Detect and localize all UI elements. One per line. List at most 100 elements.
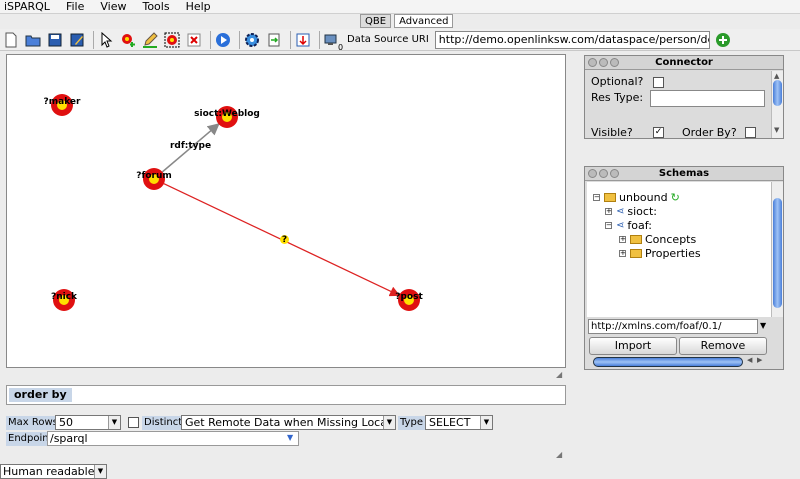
edge-label: rdf:type (169, 141, 212, 151)
delete-icon[interactable] (185, 31, 203, 49)
schemas-scrollbar[interactable] (771, 182, 783, 317)
minimize-icon[interactable] (599, 58, 608, 67)
close-icon[interactable] (588, 169, 597, 178)
menu-bar: iSPARQL File View Tools Help (0, 0, 800, 14)
scroll-left-icon[interactable]: ◀ (747, 356, 752, 364)
visible-label: Visible? (591, 126, 633, 139)
optional-label: Optional? (591, 75, 644, 88)
menu-app[interactable]: iSPARQL (4, 0, 50, 13)
folder-icon (630, 235, 642, 244)
chevron-down-icon: ▼ (108, 416, 120, 429)
window-buttons (588, 169, 621, 178)
new-doc-icon[interactable] (2, 31, 20, 49)
schemas-title: Schemas (585, 167, 783, 181)
expand-icon[interactable]: + (619, 236, 626, 243)
tree-item-foaf[interactable]: − ⋖ foaf: (605, 219, 652, 232)
expand-icon[interactable]: + (619, 250, 626, 257)
query-type-value: SELECT (429, 416, 471, 429)
maximize-icon[interactable] (610, 58, 619, 67)
graph-node-label: ?forum (136, 171, 172, 181)
tree-item-concepts[interactable]: + Concepts (619, 233, 696, 246)
datasource-icon[interactable]: 0 (323, 31, 344, 52)
endpoint-input[interactable]: /sparql (47, 431, 299, 446)
export-icon[interactable] (265, 31, 283, 49)
resize-grip-icon[interactable]: ◢ (556, 370, 562, 379)
datasource-label: Data Source URI (347, 34, 429, 45)
toolbar: 0 Data Source URI http://demo.openlinksw… (0, 29, 800, 52)
window-buttons (588, 58, 621, 67)
connector-title-text: Connector (655, 57, 713, 68)
order-by-checkbox[interactable] (745, 127, 756, 138)
query-type-select[interactable]: SELECT ▼ (425, 415, 493, 430)
close-icon[interactable] (588, 58, 597, 67)
namespace-icon: ⋖ (616, 206, 625, 217)
collapse-icon[interactable]: − (593, 194, 600, 201)
run-icon[interactable] (214, 31, 232, 49)
save-icon[interactable] (46, 31, 64, 49)
chevron-down-icon[interactable]: ▼ (287, 433, 293, 442)
connector-scrollbar[interactable]: ▲ ▼ (771, 71, 783, 138)
tree-item-label: foaf: (627, 219, 652, 232)
distinct-label: Distinct (142, 416, 185, 430)
add-node-icon[interactable] (119, 31, 137, 49)
connector-panel: Connector Optional? Res Type: Visible? ✓… (584, 55, 784, 139)
open-folder-icon[interactable] (24, 31, 42, 49)
output-format-select[interactable]: Human readable ▼ (0, 464, 107, 479)
pencil-icon[interactable] (141, 31, 159, 49)
res-type-input[interactable] (650, 90, 765, 107)
type-label: Type (398, 416, 425, 430)
schema-uri-input[interactable]: http://xmlns.com/foaf/0.1/ (588, 319, 758, 334)
datasource-count: 0 (338, 42, 344, 52)
save-as-icon[interactable] (68, 31, 86, 49)
load-icon[interactable] (294, 31, 312, 49)
scroll-right-icon[interactable]: ▶ (757, 356, 762, 364)
remote-data-value: Get Remote Data when Missing Locally (185, 416, 396, 429)
tree-item-label: Properties (645, 247, 701, 260)
edge-label: ? (281, 234, 288, 245)
res-type-label: Res Type: (591, 91, 644, 104)
mode-tabs: QBE Advanced (360, 14, 456, 28)
minimize-icon[interactable] (599, 169, 608, 178)
pointer-icon[interactable] (97, 31, 115, 49)
max-rows-select[interactable]: 50 ▼ (55, 415, 121, 430)
maximize-icon[interactable] (610, 169, 619, 178)
chevron-down-icon: ▼ (94, 465, 106, 478)
resize-grip-icon[interactable]: ◢ (556, 450, 562, 459)
order-by-label: order by (9, 388, 72, 402)
remote-data-select[interactable]: Get Remote Data when Missing Locally ▼ (181, 415, 396, 430)
menu-help[interactable]: Help (186, 0, 211, 13)
import-button[interactable]: Import (589, 337, 677, 355)
scroll-down-icon[interactable]: ▼ (774, 126, 779, 134)
horizontal-scroll-thumb[interactable] (593, 357, 743, 367)
chevron-down-icon[interactable]: ▼ (760, 321, 766, 330)
datasource-uri-input[interactable]: http://demo.openlinksw.com/dataspace/per… (434, 30, 710, 49)
max-rows-label: Max Rows (6, 416, 60, 430)
menu-tools[interactable]: Tools (142, 0, 169, 13)
collapse-icon[interactable]: − (605, 222, 612, 229)
order-by-box[interactable]: order by (6, 385, 566, 405)
scroll-thumb[interactable] (773, 198, 782, 308)
query-canvas[interactable]: rdf:type? ?maker sioct:Weblog ?forum ?nick ?p… (6, 54, 566, 368)
tree-item-sioct[interactable]: + ⋖ sioct: (605, 205, 657, 218)
remove-button[interactable]: Remove (679, 337, 767, 355)
tree-item-label: Concepts (645, 233, 697, 246)
scroll-up-icon[interactable]: ▲ (774, 72, 779, 80)
menu-view[interactable]: View (100, 0, 126, 13)
tab-advanced[interactable]: Advanced (394, 14, 454, 28)
visible-checkbox[interactable]: ✓ (653, 127, 664, 138)
scroll-thumb[interactable] (773, 80, 782, 106)
group-icon[interactable] (163, 31, 181, 49)
toolbar-separator (93, 30, 94, 49)
optional-checkbox[interactable] (653, 77, 664, 88)
chevron-down-icon: ▼ (383, 416, 395, 429)
refresh-icon[interactable]: ↻ (671, 191, 680, 204)
menu-file[interactable]: File (66, 0, 84, 13)
add-datasource-icon[interactable] (714, 31, 732, 49)
folder-icon (630, 249, 642, 258)
tree-item-properties[interactable]: + Properties (619, 247, 701, 260)
distinct-checkbox[interactable] (128, 417, 139, 428)
gear-icon[interactable] (243, 31, 261, 49)
tab-qbe[interactable]: QBE (360, 14, 392, 28)
expand-icon[interactable]: + (605, 208, 612, 215)
tree-item-unbound[interactable]: − unbound ↻ (593, 191, 680, 204)
